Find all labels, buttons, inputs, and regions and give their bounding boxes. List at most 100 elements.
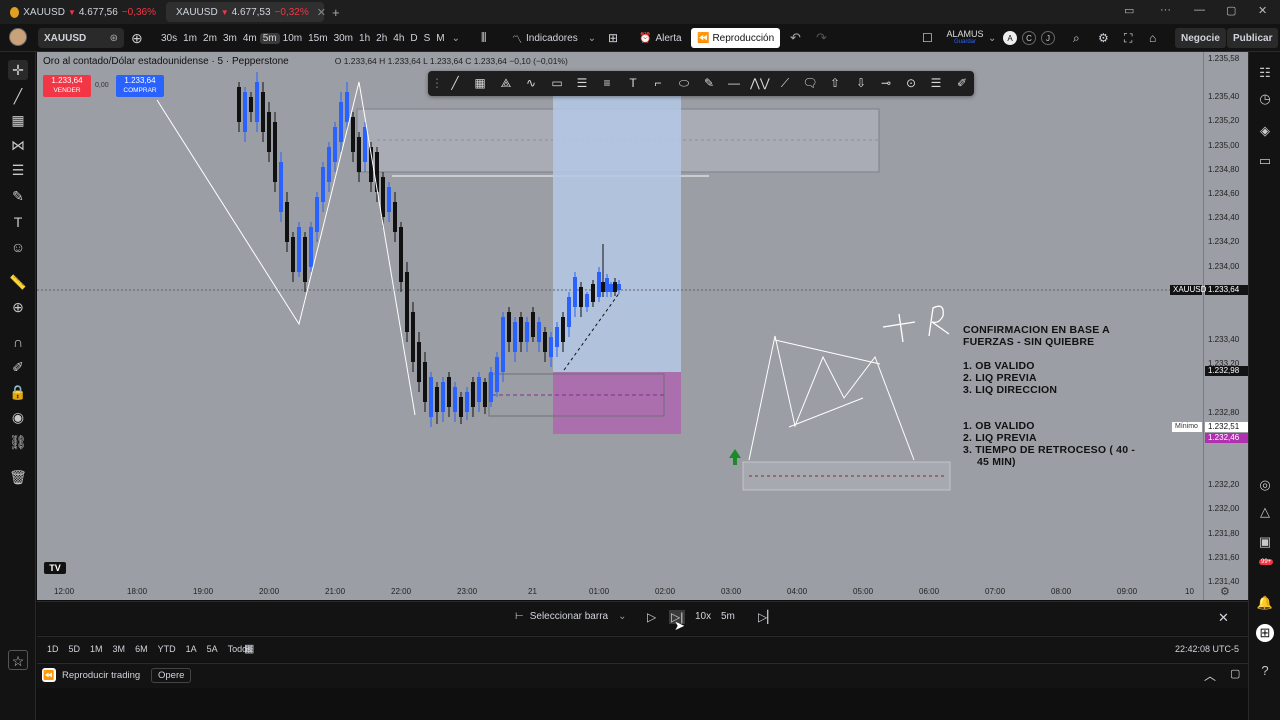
chart-canvas[interactable] [37, 52, 1203, 582]
tab-xauusd-2[interactable]: XAUUSD ▼ 4.677,53 −0,32% ✕ [166, 2, 326, 22]
range-1D[interactable]: 1D [47, 644, 59, 654]
undo-icon[interactable]: ↶ [790, 28, 801, 48]
close-window-icon[interactable]: ✕ [1258, 4, 1267, 17]
magnet-icon[interactable]: ∩ [8, 332, 28, 352]
range-3M[interactable]: 3M [113, 644, 126, 654]
layout-checkbox[interactable]: ☐ [922, 28, 933, 48]
arrow-up-tool-icon[interactable]: ⇧ [826, 75, 844, 92]
link-icon[interactable]: ⛓ [8, 432, 28, 452]
redo-icon[interactable]: ↷ [816, 28, 827, 48]
screen-icon[interactable]: ▭ [1124, 4, 1134, 17]
apps-grid-icon[interactable]: ⊞ [1256, 624, 1274, 642]
trend-line-icon[interactable]: ╱ [8, 86, 28, 106]
timeframe-M[interactable]: M [433, 33, 447, 44]
range-YTD[interactable]: YTD [158, 644, 176, 654]
maximize-icon[interactable]: ▢ [1226, 4, 1236, 17]
time-axis[interactable]: ⚙ 12:00 18:00 19:00 20:00 21:00 22:00 23:00 21 0… [37, 582, 1230, 600]
alert-button[interactable]: ⏰ Alerta [639, 28, 682, 48]
emoji-icon[interactable]: ☺ [8, 237, 28, 257]
ellipse-tool-icon[interactable]: ⬭ [675, 75, 693, 92]
brush-tool-icon[interactable]: ✐ [953, 75, 971, 92]
timeframe-S[interactable]: S [421, 33, 434, 44]
range-1M[interactable]: 1M [90, 644, 103, 654]
symbol-description[interactable]: Oro al contado/Dólar estadounidense · 5 … [43, 56, 289, 67]
range-1A[interactable]: 1A [186, 644, 197, 654]
signal-icon[interactable]: △ [1256, 503, 1274, 521]
timeframe-10m[interactable]: 10m [280, 33, 305, 44]
tab-xauusd-1[interactable]: XAUUSD ▼ 4.677,56 −0,36% [4, 2, 162, 22]
goto-date-icon[interactable]: ▦ [244, 642, 254, 655]
timeframe-5m[interactable]: 5m [259, 32, 280, 44]
timeframe-4m[interactable]: 4m [240, 33, 260, 44]
close-tab-icon[interactable]: ✕ [317, 6, 326, 19]
target-icon[interactable]: ◎ [1256, 476, 1274, 494]
bar-type-icon[interactable]: ⫴ [481, 28, 486, 48]
fib-icon[interactable]: ☰ [8, 160, 28, 180]
ray-tool-icon[interactable]: ⟋ [776, 75, 794, 92]
clock[interactable]: 22:42:08 UTC-5 [1175, 644, 1239, 654]
lines-tool-icon[interactable]: ☰ [927, 75, 945, 92]
range-5D[interactable]: 5D [69, 644, 81, 654]
timeframe-30s[interactable]: 30s [158, 33, 180, 44]
select-bar-button[interactable]: ⊢ Seleccionar barra ⌄ [515, 611, 626, 622]
text-tool-icon[interactable]: T [624, 75, 642, 92]
calendar-icon[interactable]: ▣ [1256, 533, 1274, 551]
camera-icon[interactable]: ⌂ [1149, 28, 1156, 48]
timeframe-2m[interactable]: 2m [200, 33, 220, 44]
line-tool-icon[interactable]: ╱ [446, 75, 464, 92]
timeframe-3m[interactable]: 3m [220, 33, 240, 44]
timeframe-1m[interactable]: 1m [180, 33, 200, 44]
replay-trading-tab[interactable]: ⏪ Reproducir trading [42, 668, 140, 682]
brush-icon[interactable]: ✎ [8, 186, 28, 206]
rectangle-tool-icon[interactable]: ▭ [548, 75, 566, 92]
replay-button[interactable]: ⏪ Reproducción [691, 28, 781, 48]
timeframe-15m[interactable]: 15m [305, 33, 330, 44]
trash-icon[interactable]: 🗑 [8, 467, 28, 487]
new-tab-button[interactable]: + [326, 2, 346, 22]
pattern-icon[interactable]: ⋈ [8, 135, 28, 155]
settings-icon[interactable]: ⚙ [1098, 28, 1109, 48]
symbol-search[interactable]: XAUUSD ⊛ [38, 28, 124, 48]
letter-a-button[interactable]: A [1003, 31, 1017, 45]
layers-icon[interactable]: ◈ [1256, 122, 1274, 140]
pen-tool-icon[interactable]: ✎ [700, 75, 718, 92]
timeframe-D[interactable]: D [407, 33, 420, 44]
more-icon[interactable]: ··· [1160, 4, 1171, 16]
wave-tool-icon[interactable]: ∿ [522, 75, 540, 92]
crosshair-icon[interactable]: ✛ [8, 60, 28, 80]
path-tool-icon[interactable]: ⌐ [649, 75, 667, 92]
maximize-panel-icon[interactable]: ▢ [1230, 667, 1240, 680]
chevron-down-icon[interactable]: ⌄ [988, 28, 996, 48]
circle-tool-icon[interactable]: ⊙ [902, 75, 920, 92]
minimize-icon[interactable]: — [1194, 4, 1205, 16]
add-symbol-button[interactable]: ⊕ [131, 28, 143, 48]
grid-tool-icon[interactable]: ▦ [471, 75, 489, 92]
help-icon[interactable]: ? [1256, 662, 1274, 680]
callout-tool-icon[interactable]: 🗨 [801, 75, 819, 92]
bell-icon[interactable]: 🔔 [1256, 594, 1274, 612]
chevron-down-icon[interactable]: ⌄ [452, 33, 460, 44]
publish-button[interactable]: Publicar [1227, 28, 1279, 48]
buy-button[interactable]: 1.233,64 COMPRAR [116, 75, 164, 97]
channel-tool-icon[interactable]: ⟁ [497, 75, 515, 92]
drag-handle-icon[interactable]: ⋮ [428, 75, 446, 92]
hline-tool-icon[interactable]: — [725, 75, 743, 92]
pencil-lock-icon[interactable]: ✐ [8, 357, 28, 377]
zoom-icon[interactable]: ⊕ [8, 297, 28, 317]
grid-icon[interactable]: ▦ [8, 110, 28, 130]
speed-button[interactable]: 10x [695, 611, 711, 622]
axis-settings-icon[interactable]: ⚙ [1220, 585, 1230, 598]
eye-icon[interactable]: ◉ [8, 407, 28, 427]
ruler-icon[interactable]: 📏 [8, 272, 28, 292]
indicators-button[interactable]: 〽 Indicadores ⌄ [512, 28, 596, 48]
letter-c-button[interactable]: C [1022, 31, 1036, 45]
timeframe-2h[interactable]: 2h [373, 33, 390, 44]
chat-icon[interactable]: ▭ [1256, 152, 1274, 170]
timeframe-1h[interactable]: 1h [356, 33, 373, 44]
play-icon[interactable]: ▷ [647, 610, 656, 624]
search-icon[interactable]: ⌕ [1073, 28, 1080, 48]
interval-button[interactable]: 5m [721, 611, 735, 622]
horizontal-ray-icon[interactable]: ⊸ [877, 75, 895, 92]
fullscreen-icon[interactable]: ⛶ [1124, 28, 1132, 48]
fib-ext-tool-icon[interactable]: ≡ [598, 75, 616, 92]
